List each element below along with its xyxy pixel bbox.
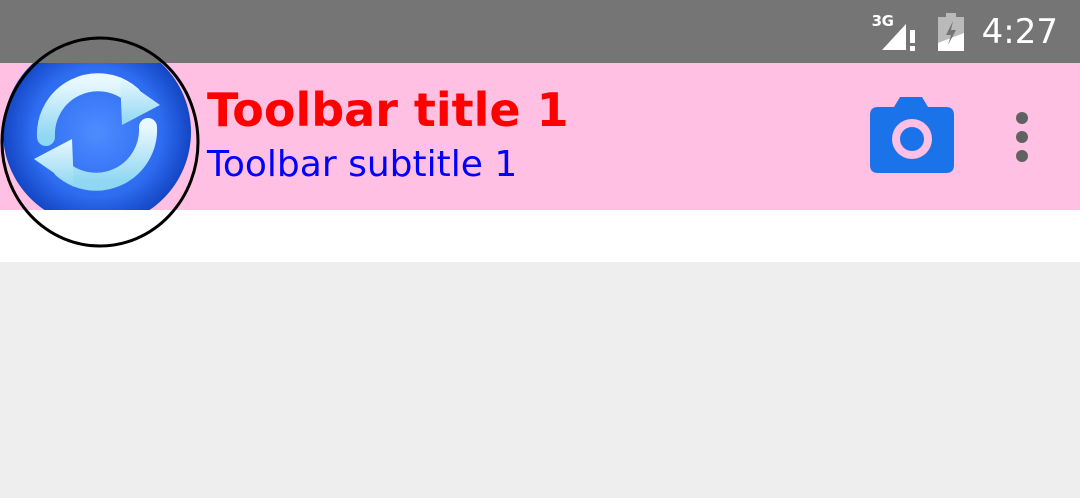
toolbar-titles: Toolbar title 1 Toolbar subtitle 1: [207, 82, 569, 188]
toolbar-logo[interactable]: [0, 63, 200, 210]
screen: 3G 4:27 Toolbar title 1 Toolbar subtitle…: [0, 0, 1080, 498]
camera-action-button[interactable]: [862, 91, 960, 181]
status-clock: 4:27: [981, 11, 1058, 52]
camera-icon: [870, 97, 954, 173]
status-bar: 3G 4:27: [0, 0, 1080, 63]
battery-charging-icon: [937, 12, 964, 51]
toolbar-subtitle: Toolbar subtitle 1: [207, 144, 518, 185]
more-vert-icon: [1016, 112, 1028, 162]
signal-no-data-icon: [881, 23, 915, 51]
status-icons: 3G 4:27: [872, 0, 1058, 63]
toolbar-title: Toolbar title 1: [207, 83, 569, 137]
overflow-menu-button[interactable]: [1000, 104, 1044, 170]
toolbar-shadow-strip: [0, 210, 1080, 262]
network-indicator: 3G: [872, 12, 920, 52]
sync-icon: [3, 63, 191, 210]
